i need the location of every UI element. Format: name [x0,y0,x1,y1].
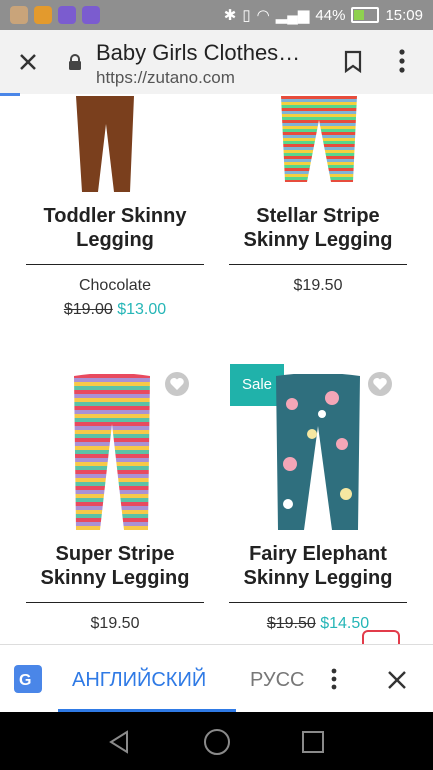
product-price: $19.00 $13.00 [15,301,215,319]
bookmark-icon[interactable] [343,50,363,74]
home-icon[interactable] [204,729,230,755]
sale-price: $14.50 [320,615,370,632]
bluetooth-icon: ✱ [223,7,237,24]
recents-icon[interactable] [302,731,324,753]
google-translate-icon: G [14,665,42,693]
battery-percent: 44% [315,6,346,24]
original-price: $19.00 [63,301,113,318]
product-price: $19.50 [293,277,343,294]
signal-icon: ▂▄▆ [275,7,310,24]
navigation-bar [0,712,433,770]
clock: 15:09 [385,6,423,24]
product-name[interactable]: Toddler Skinny Legging [15,204,215,252]
product-name[interactable]: Fairy Elephant Skinny Legging [218,542,418,590]
product-image[interactable] [68,96,142,196]
close-icon[interactable] [386,669,408,691]
more-vert-icon[interactable] [329,667,339,691]
battery-icon [351,7,380,23]
product-price: $19.50 [90,615,140,632]
status-bar: ✱ ▯ ◠ ▂▄▆ 44% 15:09 [0,0,433,30]
translate-bar: G АНГЛИЙСКИЙ РУСС [0,644,433,713]
chat-widget-edge[interactable] [362,630,400,644]
url-text[interactable]: https://zutano.com [96,68,235,88]
product-name[interactable]: Stellar Stripe Skinny Legging [218,204,418,252]
more-vert-icon[interactable] [397,48,407,74]
tab-target-language[interactable]: РУСС [250,669,305,692]
svg-text:G: G [19,672,31,689]
close-icon[interactable] [14,48,42,76]
app-notification-icon [82,6,100,24]
product-name[interactable]: Super Stripe Skinny Legging [15,542,215,590]
divider [229,264,407,265]
app-notification-icon [34,6,52,24]
product-image[interactable] [70,374,154,534]
product-variant: Chocolate [78,277,152,294]
page-title: Baby Girls Clothes… [96,40,301,65]
tab-source-language[interactable]: АНГЛИЙСКИЙ [72,669,206,692]
wishlist-heart-icon[interactable] [368,372,392,396]
browser-toolbar: Baby Girls Clothes… https://zutano.com [0,30,433,94]
divider [26,602,204,603]
vibrate-icon: ▯ [242,7,251,24]
original-price: $19.50 [266,615,316,632]
notification-icons [10,6,100,24]
wifi-icon: ◠ [256,7,270,24]
app-notification-icon [10,6,28,24]
product-image[interactable] [279,96,359,186]
product-grid: Toddler Skinny Legging Chocolate $19.00 … [0,96,433,644]
wishlist-heart-icon[interactable] [165,372,189,396]
sale-price: $13.00 [117,301,167,318]
divider [229,602,407,603]
viber-icon [58,6,76,24]
divider [26,264,204,265]
back-icon[interactable] [108,730,130,754]
product-image[interactable] [272,374,364,534]
lock-icon [69,54,81,70]
